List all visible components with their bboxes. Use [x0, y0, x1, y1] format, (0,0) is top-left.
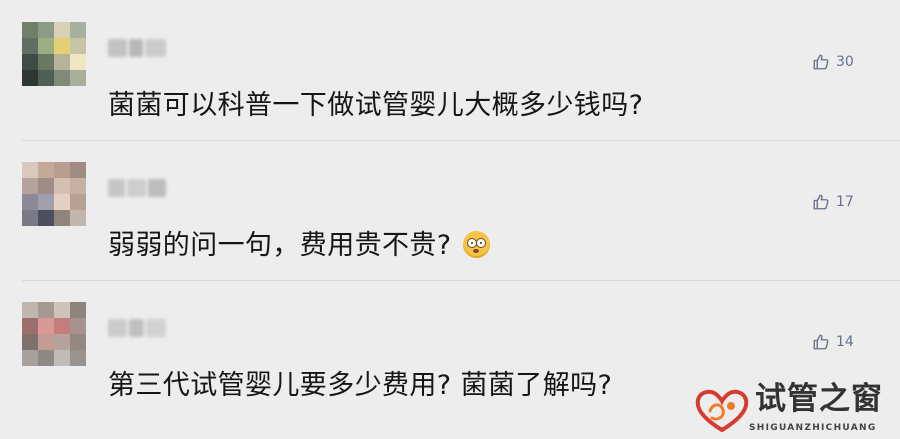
username-blur-block	[146, 319, 166, 337]
comment-item: 弱弱的问一句，费用贵不贵? 17	[0, 140, 900, 280]
username-blur-block	[148, 179, 166, 197]
avatar-pixel	[54, 210, 70, 226]
avatar-pixel	[70, 350, 86, 366]
username[interactable]	[108, 316, 166, 340]
avatar-pixel	[70, 70, 86, 86]
avatar-pixel	[70, 178, 86, 194]
comment-text: 第三代试管婴儿要多少费用? 菌菌了解吗?	[108, 370, 613, 401]
avatar-pixel	[54, 162, 70, 178]
watermark-logo: 试管之窗 SHIGUANZHICHUANG	[693, 381, 895, 435]
username-blur-block	[127, 179, 146, 197]
watermark-subtitle: SHIGUANZHICHUANG	[749, 423, 877, 433]
avatar-pixel	[38, 54, 54, 70]
avatar-pixel	[54, 318, 70, 334]
avatar-pixel	[54, 194, 70, 210]
avatar-pixel	[22, 210, 38, 226]
avatar[interactable]	[22, 22, 86, 86]
avatar-pixel	[38, 194, 54, 210]
avatar-pixel	[22, 350, 38, 366]
avatar[interactable]	[22, 302, 86, 366]
thumbs-up-icon	[812, 333, 830, 351]
comment-text: 弱弱的问一句，费用贵不贵?	[108, 226, 490, 266]
avatar-pixel	[38, 334, 54, 350]
avatar-pixel	[38, 22, 54, 38]
avatar-pixel	[70, 194, 86, 210]
avatar-pixel	[54, 178, 70, 194]
flushed-emoji-icon	[462, 231, 490, 258]
like-button[interactable]: 17	[812, 192, 854, 212]
avatar-pixel	[22, 70, 38, 86]
watermark-title: 试管之窗	[755, 381, 883, 417]
avatar-pixel	[70, 38, 86, 54]
like-button[interactable]: 14	[812, 332, 854, 352]
avatar-pixel	[22, 318, 38, 334]
avatar-pixel	[70, 318, 86, 334]
username-blur-block	[145, 39, 166, 57]
avatar-pixel	[54, 22, 70, 38]
avatar-pixel	[54, 38, 70, 54]
comment-text: 菌菌可以科普一下做试管婴儿大概多少钱吗?	[108, 90, 644, 121]
username[interactable]	[108, 36, 166, 60]
thumbs-up-icon	[812, 193, 830, 211]
avatar-pixel	[54, 70, 70, 86]
avatar-pixel	[22, 22, 38, 38]
avatar-pixel	[38, 38, 54, 54]
avatar-pixel	[54, 350, 70, 366]
avatar-pixel	[38, 178, 54, 194]
avatar-pixel	[22, 302, 38, 318]
avatar-pixel	[54, 334, 70, 350]
thumbs-up-icon	[812, 53, 830, 71]
avatar-pixel	[38, 210, 54, 226]
avatar-pixel	[22, 334, 38, 350]
avatar[interactable]	[22, 162, 86, 226]
avatar-pixel	[70, 54, 86, 70]
avatar-pixel	[54, 302, 70, 318]
like-button[interactable]: 30	[812, 52, 854, 72]
username-blur-block	[108, 319, 127, 337]
avatar-pixel	[38, 162, 54, 178]
avatar-pixel	[70, 22, 86, 38]
avatar-pixel	[22, 54, 38, 70]
username[interactable]	[108, 176, 166, 200]
avatar-pixel	[38, 70, 54, 86]
username-blur-block	[129, 319, 144, 337]
avatar-pixel	[54, 54, 70, 70]
like-count: 17	[836, 194, 854, 210]
username-blur-block	[129, 39, 143, 57]
avatar-pixel	[38, 318, 54, 334]
avatar-pixel	[22, 178, 38, 194]
avatar-pixel	[70, 302, 86, 318]
like-count: 14	[836, 334, 854, 350]
heart-logo-icon	[695, 389, 749, 433]
avatar-pixel	[22, 38, 38, 54]
username-blur-block	[108, 179, 125, 197]
avatar-pixel	[38, 302, 54, 318]
avatar-pixel	[22, 162, 38, 178]
like-count: 30	[836, 54, 854, 70]
avatar-pixel	[70, 162, 86, 178]
avatar-pixel	[38, 350, 54, 366]
comment-item: 菌菌可以科普一下做试管婴儿大概多少钱吗? 30	[0, 0, 900, 140]
avatar-pixel	[22, 194, 38, 210]
username-blur-block	[108, 39, 127, 57]
avatar-pixel	[70, 334, 86, 350]
comment-text-content: 弱弱的问一句，费用贵不贵?	[108, 230, 452, 261]
avatar-pixel	[70, 210, 86, 226]
